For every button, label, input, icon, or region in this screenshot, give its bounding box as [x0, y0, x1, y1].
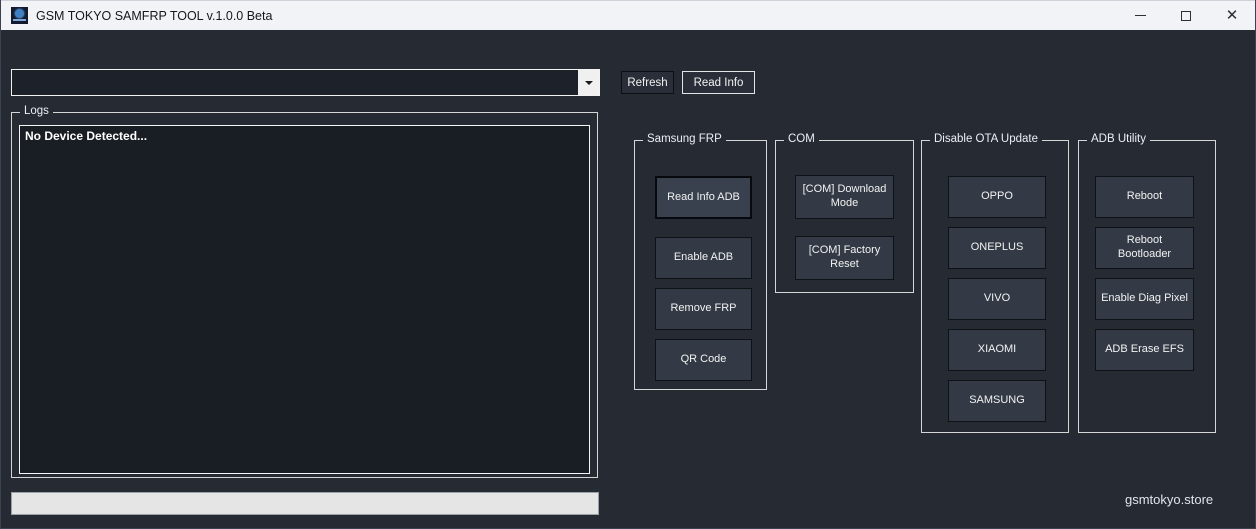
remove-frp-button[interactable]: Remove FRP — [655, 288, 752, 330]
close-button[interactable]: ✕ — [1209, 1, 1255, 30]
window-title: GSM TOKYO SAMFRP TOOL v.1.0.0 Beta — [36, 9, 272, 23]
logs-groupbox: Logs No Device Detected... — [11, 112, 598, 478]
log-text: No Device Detected... — [20, 126, 589, 146]
progress-bar — [11, 492, 599, 515]
refresh-button[interactable]: Refresh — [621, 71, 674, 94]
samsung-button[interactable]: SAMSUNG — [948, 380, 1046, 422]
app-logo-icon — [11, 7, 28, 24]
com-download-mode-button[interactable]: [COM] Download Mode — [795, 175, 894, 219]
samsung-frp-group-title: Samsung FRP — [643, 133, 726, 145]
chevron-down-icon — [585, 81, 593, 85]
read-info-button[interactable]: Read Info — [682, 71, 755, 94]
com-factory-reset-button[interactable]: [COM] Factory Reset — [795, 236, 894, 280]
device-combobox-value — [12, 70, 578, 95]
qr-code-button[interactable]: QR Code — [655, 339, 752, 381]
com-groupbox: COM [COM] Download Mode [COM] Factory Re… — [775, 140, 914, 293]
oneplus-button[interactable]: ONEPLUS — [948, 227, 1046, 269]
xiaomi-button[interactable]: XIAOMI — [948, 329, 1046, 371]
adb-utility-groupbox: ADB Utility Reboot Reboot Bootloader Ena… — [1078, 140, 1216, 433]
minimize-icon — [1135, 15, 1146, 16]
disable-ota-groupbox: Disable OTA Update OPPO ONEPLUS VIVO XIA… — [921, 140, 1069, 433]
adb-utility-group-title: ADB Utility — [1087, 133, 1150, 145]
close-icon: ✕ — [1226, 8, 1239, 23]
minimize-button[interactable] — [1117, 1, 1163, 30]
website-link[interactable]: gsmtokyo.store — [1125, 492, 1213, 507]
logs-group-title: Logs — [20, 105, 53, 117]
reboot-bootloader-button[interactable]: Reboot Bootloader — [1095, 227, 1194, 269]
disable-ota-group-title: Disable OTA Update — [930, 133, 1042, 145]
title-bar: GSM TOKYO SAMFRP TOOL v.1.0.0 Beta ✕ — [1, 0, 1255, 30]
enable-diag-pixel-button[interactable]: Enable Diag Pixel — [1095, 278, 1194, 320]
reboot-button[interactable]: Reboot — [1095, 176, 1194, 218]
vivo-button[interactable]: VIVO — [948, 278, 1046, 320]
enable-adb-button[interactable]: Enable ADB — [655, 237, 752, 279]
window-controls: ✕ — [1117, 1, 1255, 30]
maximize-button[interactable] — [1163, 1, 1209, 30]
log-output[interactable]: No Device Detected... — [19, 125, 590, 474]
com-group-title: COM — [784, 133, 819, 145]
samsung-frp-groupbox: Samsung FRP Read Info ADB Enable ADB Rem… — [634, 140, 767, 390]
device-combobox-dropdown-button[interactable] — [578, 70, 599, 95]
device-combobox[interactable] — [11, 69, 600, 96]
oppo-button[interactable]: OPPO — [948, 176, 1046, 218]
maximize-icon — [1181, 11, 1191, 21]
app-window: GSM TOKYO SAMFRP TOOL v.1.0.0 Beta ✕ Ref… — [0, 0, 1256, 529]
read-info-adb-button[interactable]: Read Info ADB — [655, 176, 752, 219]
adb-erase-efs-button[interactable]: ADB Erase EFS — [1095, 329, 1194, 371]
